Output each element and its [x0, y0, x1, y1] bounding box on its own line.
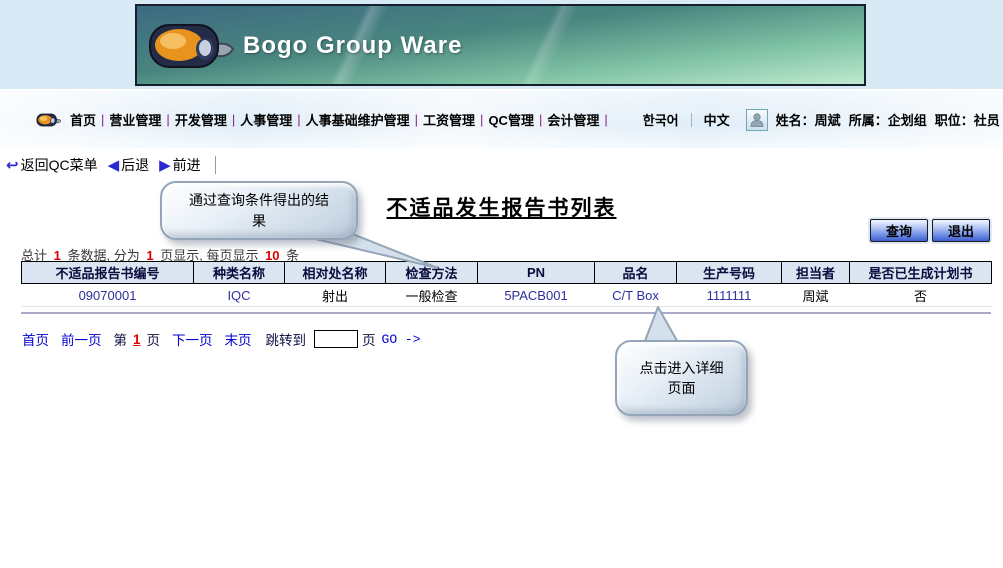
table-cell[interactable]: 否 [849, 283, 992, 307]
user-name-label: 姓名： [775, 113, 815, 128]
current-page-number: 1 [133, 331, 141, 347]
nav-item[interactable]: 工资管理 [423, 110, 475, 129]
table-cell[interactable]: IQC [193, 283, 285, 307]
nav-separator: | [480, 112, 484, 127]
pagination: 首页 前一页 第 1 页 下一页 末页 跳转到 页 GO -> [22, 329, 421, 349]
nav-item[interactable]: QC管理 [488, 110, 534, 129]
user-info: 姓名： 周斌 所属： 企划组 职位： 社员 [745, 108, 1000, 131]
nav-separator: | [231, 112, 236, 127]
table-row[interactable]: 09070001 IQC 射出 一般检查 5PACB001 C/T Box 1111111 周… [21, 283, 992, 307]
column-header: 品名 [594, 261, 677, 284]
search-button[interactable]: 查询 [870, 219, 928, 242]
right-arrow-icon: ▶ [159, 157, 171, 174]
return-qc-menu-link[interactable]: ↩ 返回QC菜单 [6, 155, 98, 175]
column-header: 是否已生成计划书 [849, 261, 992, 284]
column-header: PN [477, 261, 595, 284]
table-bottom-divider [21, 312, 991, 314]
jump-page-input[interactable] [314, 330, 359, 348]
back-link[interactable]: ◀ 后退 [108, 155, 150, 175]
page-title: 不适品发生报告书列表 [386, 196, 617, 220]
nav-item[interactable]: 会计管理 [547, 110, 599, 129]
back-label: 后退 [121, 157, 150, 173]
user-title: 社员 [973, 113, 1000, 128]
nav-separator: | [297, 112, 301, 127]
forward-label: 前进 [172, 157, 201, 173]
column-header: 生产号码 [676, 261, 782, 284]
nav-separator: | [101, 112, 105, 127]
table-cell[interactable]: 5PACB001 [477, 283, 595, 307]
return-qc-menu-label: 返回QC菜单 [20, 157, 98, 173]
toolbar: ↩ 返回QC菜单 ◀ 后退 ▶ 前进 [6, 155, 216, 175]
user-title-label: 职位： [934, 113, 974, 128]
nav-item[interactable]: 首页 [70, 110, 96, 129]
banner-title: Bogo Group Ware [243, 32, 463, 59]
table-cell[interactable]: 09070001 [21, 283, 194, 307]
user-dept: 企划组 [887, 113, 927, 128]
go-link[interactable]: GO -> [382, 332, 421, 347]
nav-separator: | [166, 112, 170, 127]
callout-click-detail: 点击进入详细页面 [615, 340, 748, 416]
language-divider [690, 112, 692, 127]
top-strip: Bogo Group Ware [0, 0, 1003, 89]
table-cell[interactable]: 1111111 [676, 283, 782, 307]
nav-menu: 首页 | 营业管理 | 开发管理 | 人事管理 | 人事基础维护管理 | 工资管理 | QC管理 | 会计管… [70, 110, 613, 129]
left-arrow-icon: ◀ [107, 157, 120, 174]
table-cell[interactable]: 射出 [284, 283, 386, 307]
screen: Bogo Group Ware 首页 | 营业管理 | 开发管理 | 人事管理 | 人事基础维护… [0, 0, 1003, 568]
user-dept-label: 所属： [848, 113, 888, 128]
page-suffix: 页 [146, 333, 161, 348]
person-icon [745, 108, 768, 131]
callout-query-result-text: 通过查询条件得出的结果 [189, 192, 329, 229]
table-cell[interactable]: 一般检查 [385, 283, 478, 307]
forward-link[interactable]: ▶ 前进 [159, 155, 201, 175]
callout-click-detail-text: 点击进入详细页面 [639, 359, 724, 396]
column-header: 不适品报告书编号 [21, 261, 194, 284]
lang-korean[interactable]: 한국어 [643, 110, 679, 129]
goggles-logo-icon [149, 24, 235, 68]
table-header-row: 不适品报告书编号 种类名称 相对处名称 检查方法 PN 品名 生产号码 担当者 是否已生成计划书 [21, 261, 992, 284]
toolbar-divider [214, 156, 216, 174]
nav-item[interactable]: 营业管理 [109, 110, 161, 129]
first-page-link[interactable]: 首页 [22, 329, 49, 349]
report-table: 不适品报告书编号 种类名称 相对处名称 检查方法 PN 品名 生产号码 担当者 是否已生成计划书… [21, 261, 992, 307]
jump-label: 跳转到 [265, 333, 307, 348]
last-page-link[interactable]: 末页 [225, 329, 252, 349]
nav-item[interactable]: 开发管理 [175, 110, 227, 129]
banner: Bogo Group Ware [135, 4, 866, 86]
next-page-link[interactable]: 下一页 [172, 329, 213, 349]
nav-separator: | [538, 112, 543, 127]
table-cell[interactable]: C/T Box [594, 283, 677, 307]
goggles-icon [36, 113, 62, 126]
page-prefix: 第 [113, 333, 128, 348]
nav-item[interactable]: 人事管理 [240, 110, 292, 129]
return-arrow-icon: ↩ [6, 157, 19, 174]
column-header: 担当者 [781, 261, 850, 284]
prev-page-link[interactable]: 前一页 [61, 329, 102, 349]
navbar: 首页 | 营业管理 | 开发管理 | 人事管理 | 人事基础维护管理 | 工资管理 | QC管理 | 会计管… [0, 91, 1003, 148]
nav-separator: | [604, 112, 608, 127]
user-name: 周斌 [814, 113, 841, 128]
nav-item[interactable]: 人事基础维护管理 [306, 110, 410, 129]
callout-query-result: 通过查询条件得出的结果 [160, 181, 358, 240]
exit-button[interactable]: 退出 [932, 219, 990, 242]
lang-chinese[interactable]: 中文 [704, 110, 730, 129]
table-cell[interactable]: 周斌 [781, 283, 850, 307]
nav-separator: | [414, 112, 419, 127]
language-switcher: 한국어 中文 [643, 110, 730, 129]
jump-suffix: 页 [362, 333, 376, 348]
